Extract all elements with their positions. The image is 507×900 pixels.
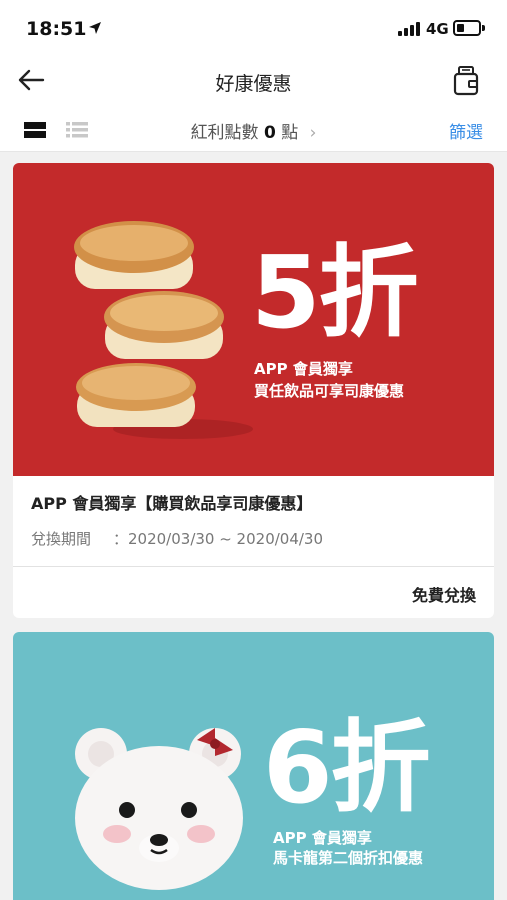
wallet-icon[interactable] xyxy=(452,64,482,98)
offer-banner: 5折 APP 會員獨享 買任飲品可享司康優惠 xyxy=(13,163,494,476)
filter-toolbar: 紅利點數 0 點 › 篩選 xyxy=(0,104,507,152)
filter-button[interactable]: 篩選 xyxy=(449,118,483,143)
page-title: 好康優惠 xyxy=(215,73,292,95)
banner-description: 買任飲品可享司康優惠 xyxy=(254,382,405,400)
scone-image xyxy=(74,221,253,439)
offer-card[interactable]: 6折 APP 會員獨享 馬卡龍第二個折扣優惠 xyxy=(13,632,494,900)
chevron-right-icon: › xyxy=(309,123,317,143)
redeem-button[interactable]: 免費兌換 xyxy=(412,582,476,606)
discount-headline: 6折 xyxy=(263,709,431,826)
points-value: 0 xyxy=(263,123,276,143)
navigation-bar: 好康優惠 xyxy=(0,58,507,104)
status-bar: 18:51 4G xyxy=(0,0,507,58)
banner-description: 馬卡龍第二個折扣優惠 xyxy=(273,849,424,867)
battery-nub xyxy=(482,25,485,31)
bear-macaron-image xyxy=(75,728,243,890)
period-value: ：2020/03/30 ~ 2020/04/30 xyxy=(113,530,324,548)
points-summary[interactable]: 紅利點數 0 點 › xyxy=(0,118,507,143)
battery-icon xyxy=(453,20,481,36)
points-label: 紅利點數 xyxy=(190,123,259,143)
status-time: 18:51 xyxy=(26,18,87,40)
offer-title: APP 會員獨享【購買飲品享司康優惠】 xyxy=(31,494,313,513)
offer-card[interactable]: 5折 APP 會員獨享 買任飲品可享司康優惠 APP 會員獨享【購買飲品享司康優… xyxy=(13,163,494,618)
points-unit: 點 xyxy=(281,123,299,143)
banner-subtitle: APP 會員獨享 xyxy=(273,829,372,847)
discount-headline: 5折 xyxy=(251,234,419,351)
banner-subtitle: APP 會員獨享 xyxy=(254,360,353,378)
offer-period: 兌換期間 ：2020/03/30 ~ 2020/04/30 xyxy=(31,528,323,549)
offer-banner: 6折 APP 會員獨享 馬卡龍第二個折扣優惠 xyxy=(13,632,494,900)
divider xyxy=(13,566,494,567)
period-label: 兌換期間 xyxy=(31,530,92,548)
network-type: 4G xyxy=(426,20,449,38)
location-arrow-icon xyxy=(89,22,101,34)
cellular-signal-icon xyxy=(398,22,422,36)
